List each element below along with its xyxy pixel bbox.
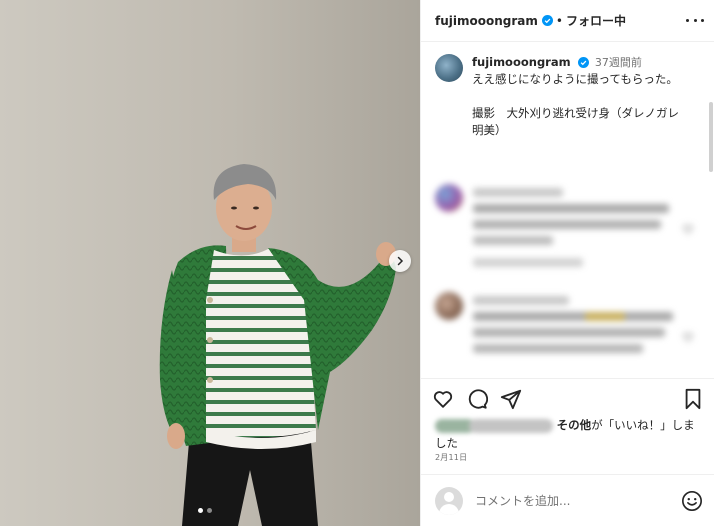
verified-badge-icon xyxy=(578,57,590,68)
more-options-icon[interactable] xyxy=(686,14,704,28)
comment-icon[interactable] xyxy=(465,387,489,411)
avatar xyxy=(435,486,463,515)
likes-others-link[interactable]: その他 xyxy=(557,418,592,432)
chevron-right-icon xyxy=(397,256,404,266)
avatar[interactable] xyxy=(435,54,463,82)
caption-time: 37週間前 xyxy=(594,56,642,69)
bookmark-icon[interactable] xyxy=(681,387,705,411)
emoji-icon[interactable] xyxy=(681,490,703,512)
likes-summary: その他が「いいね！」しました xyxy=(435,416,705,452)
carousel-indicator xyxy=(198,508,212,513)
share-icon[interactable] xyxy=(499,387,523,411)
blurred-comment xyxy=(435,292,697,378)
carousel-dot-active xyxy=(198,508,203,513)
verified-badge-icon xyxy=(541,15,553,26)
header-username[interactable]: fujimooongram xyxy=(435,14,538,28)
comments-section: fujimooongram 37週間前 ええ感じになりように撮ってもらった。 撮… xyxy=(421,42,714,378)
post-photo[interactable] xyxy=(0,0,420,526)
post-header: fujimooongram • フォロー中 xyxy=(421,0,714,42)
caption: fujimooongram 37週間前 ええ感じになりように撮ってもらった。 撮… xyxy=(421,42,714,139)
action-bar xyxy=(421,378,714,418)
header-separator: • xyxy=(555,13,563,28)
caption-text: ええ感じになりように撮ってもらった。 撮影 大外刈り逃れ受け身（ダレノガレ明美） xyxy=(472,72,679,137)
photo-content xyxy=(0,0,420,526)
caption-username[interactable]: fujimooongram xyxy=(472,55,571,69)
carousel-next-button[interactable] xyxy=(389,250,411,272)
add-comment-bar xyxy=(421,474,714,526)
heart-icon[interactable] xyxy=(431,387,455,411)
follow-status-button[interactable]: フォロー中 xyxy=(566,12,626,29)
post-panel: fujimooongram • フォロー中 fujimooongram 37週間… xyxy=(420,0,714,526)
liked-by-avatars xyxy=(435,418,553,433)
comment-input[interactable] xyxy=(475,493,681,508)
blurred-comment xyxy=(435,184,697,274)
post-date[interactable]: 2月11日 xyxy=(435,452,467,463)
carousel-dot xyxy=(207,508,212,513)
scrollbar[interactable] xyxy=(709,102,713,172)
